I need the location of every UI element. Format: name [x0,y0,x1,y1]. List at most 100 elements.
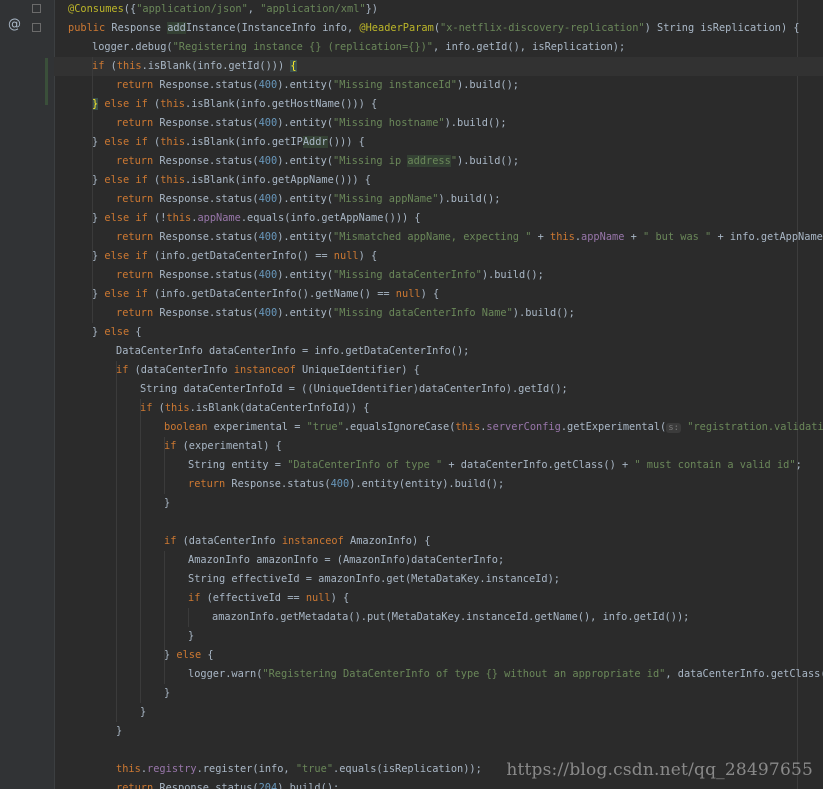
code-line[interactable]: } else if (this.isBlank(info.getAppName(… [92,171,371,190]
code-line[interactable]: AmazonInfo amazonInfo = (AmazonInfo)data… [188,551,504,570]
code-line[interactable]: return Response.status(400).entity(entit… [188,475,504,494]
code-token: Response.status( [159,117,259,129]
code-line[interactable]: String effectiveId = amazonInfo.get(Meta… [188,570,560,589]
code-token: else if [104,250,155,262]
code-line[interactable]: String dataCenterInfoId = ((UniqueIdenti… [140,380,568,399]
code-token: boolean [164,421,214,433]
code-line[interactable]: if (experimental) { [164,437,282,456]
code-line[interactable]: } else if (this.isBlank(info.getHostName… [92,95,377,114]
code-token: "registration.validation.dataCenterInfoI… [687,421,823,433]
code-line[interactable]: } else if (info.getDataCenterInfo().getN… [92,285,439,304]
code-line[interactable]: } [164,494,170,513]
override-annotation-icon[interactable]: @ [8,17,21,32]
code-line[interactable]: return Response.status(400).entity("Miss… [116,304,575,323]
code-token: return [116,269,160,281]
code-token: ({ [123,3,137,15]
code-token: this [550,231,575,243]
code-token: ).entity( [277,193,334,205]
code-token: .debug( [129,41,173,53]
code-token: logger [92,41,130,53]
vcs-change-marker[interactable] [45,58,48,105]
code-token: , dataCenterInfo.getClass()); [665,668,823,680]
code-line[interactable]: if (dataCenterInfo instanceof AmazonInfo… [164,532,431,551]
code-line[interactable]: } [140,703,146,722]
code-token: "Registering DataCenterInfo of type {} w… [262,668,666,680]
code-token: String dataCenterInfoId = ((UniqueIdenti… [140,383,568,395]
code-token: ).entity( [277,269,334,281]
code-line[interactable]: } else if (this.isBlank(info.getIPAddr()… [92,133,365,152]
code-line[interactable]: if (dataCenterInfo instanceof UniqueIden… [116,361,420,380]
code-token: else if [98,98,154,110]
code-line[interactable]: @Consumes({"application/json", "applicat… [68,0,378,19]
code-token: } [164,497,171,509]
code-token: .register(info, [196,763,296,775]
code-token: DataCenterInfo dataCenterInfo = info.get… [116,345,470,357]
code-token: Response.status( [231,478,331,490]
code-line[interactable]: logger.debug("Registering instance {} (r… [92,38,625,57]
code-line[interactable]: return Response.status(400).entity("Miss… [116,76,519,95]
code-token: return [116,79,160,91]
code-line[interactable]: } else { [164,646,214,665]
code-token: "Mismatched appName, expecting " [333,231,532,243]
code-token: } [92,326,105,338]
code-token: } [92,288,105,300]
code-line[interactable]: return Response.status(204).build(); [116,779,339,789]
code-line[interactable]: } else if (info.getDataCenterInfo() == n… [92,247,377,266]
code-token: ).entity( [277,155,334,167]
code-line[interactable]: if (effectiveId == null) { [188,589,349,608]
code-line[interactable]: amazonInfo.getMetadata().put(MetaDataKey… [212,608,689,627]
code-token: } [116,725,123,737]
code-token: { [207,649,214,661]
code-token: AmazonInfo amazonInfo = (AmazonInfo)data… [188,554,505,566]
code-token: this [455,421,481,433]
code-token: "Missing dataCenterInfo" [333,269,482,281]
code-line[interactable]: } else { [92,323,142,342]
code-token: 400 [258,117,278,129]
code-token: 400 [330,478,350,490]
code-line[interactable]: return Response.status(400).entity("Miss… [116,190,500,209]
code-line[interactable]: public Response addInstance(InstanceInfo… [68,19,800,38]
code-token: .isBlank(info.getId())) [141,60,291,72]
code-line[interactable]: boolean experimental = "true".equalsIgno… [164,418,823,437]
code-token: "application/xml" [260,3,366,15]
code-token: + info.getAppName()).build(); [717,231,823,243]
code-token: instanceof [233,364,303,376]
fold-marker-icon[interactable] [32,4,41,13]
code-line[interactable]: return Response.status(400).entity("Miss… [116,266,544,285]
code-token: appName [197,212,241,224]
code-token: Response.status( [159,307,259,319]
code-line[interactable]: DataCenterInfo dataCenterInfo = info.get… [116,342,469,361]
editor-gutter[interactable]: @ [0,0,55,789]
code-token: + dataCenterInfo.getClass() + [442,459,635,471]
code-line[interactable]: if (this.isBlank(info.getId())) { [54,57,823,76]
code-token: + [624,231,644,243]
code-token: Response.status( [159,193,259,205]
code-token: this [160,98,186,110]
indent-guide [92,57,93,323]
code-line[interactable]: return Response.status(400).entity("Mism… [116,228,823,247]
code-line[interactable]: if (this.isBlank(dataCenterInfoId)) { [140,399,369,418]
code-token: amazonInfo.getMetadata().put(MetaDataKey… [212,611,467,623]
code-line[interactable]: } [164,684,170,703]
code-token: .equalsIgnoreCase( [343,421,456,433]
code-line[interactable]: String entity = "DataCenterInfo of type … [188,456,802,475]
code-line[interactable]: return Response.status(400).entity("Miss… [116,152,519,171]
fold-marker-icon[interactable] [32,23,41,32]
code-token: address [407,155,451,167]
code-token: ).build(); [481,269,544,281]
code-line[interactable]: this.registry.register(info, "true".equa… [116,760,482,779]
code-line[interactable]: return Response.status(400).entity("Miss… [116,114,507,133]
code-token: ).entity( [277,79,334,91]
code-line[interactable]: } else if (!this.appName.equals(info.get… [92,209,421,228]
code-token: this [160,136,186,148]
code-token: "x-netflix-discovery-replication" [440,22,645,34]
code-token: return [116,231,160,243]
code-line[interactable]: } [188,627,194,646]
code-token: .getName(), info.getId()); [528,611,690,623]
code-token: instanceof [281,535,351,547]
code-token: 400 [258,231,278,243]
code-line[interactable]: logger.warn("Registering DataCenterInfo … [188,665,823,684]
code-token: , [247,3,261,15]
code-line[interactable]: } [116,722,122,741]
code-editor[interactable]: @ @Consumes({"application/json", "applic… [0,0,823,789]
